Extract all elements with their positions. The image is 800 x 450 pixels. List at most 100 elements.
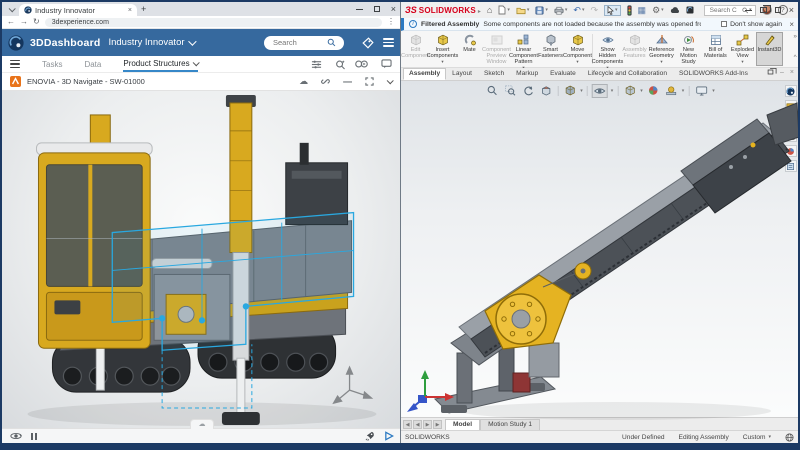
- sw-maximize-button[interactable]: [775, 7, 781, 13]
- dashboard-search-input[interactable]: [271, 37, 327, 48]
- tab-markup[interactable]: Markup: [510, 68, 544, 80]
- tab-search-chevron-icon[interactable]: [5, 4, 17, 15]
- web-help-globe-icon[interactable]: [785, 433, 794, 442]
- forward-icon[interactable]: →: [20, 18, 28, 26]
- solidworks-logo: ЗS SOLIDWORKS ▸: [405, 5, 481, 15]
- view-options-icon[interactable]: [311, 56, 322, 72]
- select-tool-icon[interactable]: ▾: [604, 5, 621, 16]
- dont-show-again-checkbox[interactable]: [721, 21, 727, 27]
- sw-layout-button[interactable]: [760, 7, 767, 13]
- widget-minimize-icon[interactable]: –: [343, 74, 352, 90]
- ribbon-exploded-view[interactable]: Exploded View▾: [729, 32, 756, 66]
- linear-pattern-icon: [517, 34, 530, 46]
- ribbon-bill-of-materials[interactable]: Bill of Materials: [702, 32, 729, 66]
- ribbon-overflow-icon[interactable]: »: [793, 33, 797, 40]
- home-icon[interactable]: ⌂: [487, 6, 492, 15]
- dashboard-menu-icon[interactable]: [383, 38, 394, 47]
- share-link-icon[interactable]: [321, 77, 330, 86]
- drill-mast-assembly-model: [401, 81, 798, 427]
- tab-solidworks-addins[interactable]: SOLIDWORKS Add-Ins: [673, 68, 754, 80]
- dashboard-space-selector[interactable]: Industry Innovator: [108, 37, 193, 48]
- solidworks-graphics-area[interactable]: ▾ ▾ ▾ ▾ ▾: [401, 81, 798, 417]
- ribbon-linear-component-pattern[interactable]: Linear Component Pattern▾: [510, 32, 537, 66]
- infobar-message: Some components are not loaded because t…: [483, 21, 701, 28]
- open-icon[interactable]: ▾: [516, 6, 530, 15]
- dashboard-brand: 3DDashboard: [30, 37, 100, 49]
- undo-icon[interactable]: ↶▾: [573, 6, 584, 15]
- cloud-status-icon[interactable]: ☁: [299, 77, 308, 86]
- smart-fasteners-icon: [545, 34, 557, 46]
- ribbon-insert-components[interactable]: Insert Components▾: [429, 32, 456, 66]
- tab-tasks[interactable]: Tasks: [42, 56, 62, 72]
- enovia-3d-viewport[interactable]: [2, 91, 400, 428]
- ribbon-move-component[interactable]: Move Component▾: [564, 32, 591, 66]
- 3dplay-icon[interactable]: [384, 431, 394, 441]
- window-minimize-button[interactable]: [356, 9, 363, 10]
- options-icon[interactable]: ⚙▾: [652, 6, 664, 15]
- browser-tab[interactable]: Industry Innovator ×: [19, 4, 137, 16]
- ribbon-assembly-features[interactable]: Assembly Features: [621, 32, 648, 66]
- orbit-mode-icon[interactable]: [10, 431, 22, 441]
- ribbon-new-motion-study[interactable]: New Motion Study: [675, 32, 702, 66]
- dashboard-search[interactable]: [264, 36, 344, 50]
- ribbon-collapse-icon[interactable]: ^: [794, 54, 797, 61]
- ribbon-mate[interactable]: Mate: [456, 32, 483, 66]
- browser-tab-strip: Industry Innovator × + ×: [2, 2, 400, 16]
- window-close-button[interactable]: ×: [391, 5, 396, 14]
- ribbon-component-preview-window[interactable]: Component Preview Window: [483, 32, 510, 66]
- comments-icon[interactable]: [381, 56, 392, 72]
- sw-close-button[interactable]: ×: [789, 6, 794, 15]
- tab-layout[interactable]: Layout: [446, 68, 478, 80]
- address-bar[interactable]: 3dexperience.com: [45, 18, 382, 27]
- widget-expand-icon[interactable]: [365, 77, 374, 86]
- tab-data[interactable]: Data: [84, 56, 101, 72]
- ribbon-reference-geometry[interactable]: Reference Geometry▾: [648, 32, 675, 66]
- ribbon-edit-component[interactable]: Edit Component: [402, 32, 429, 66]
- media-player-icon[interactable]: [355, 56, 368, 72]
- window-maximize-button[interactable]: [374, 6, 380, 12]
- status-app-label: SOLIDWORKS: [405, 434, 450, 441]
- ai-search-icon[interactable]: [335, 56, 346, 72]
- ribbon-show-hidden-components[interactable]: Show Hidden Components▾: [594, 32, 621, 66]
- dashboard-nav-tabs: Tasks Data Product Structures: [2, 56, 400, 73]
- collapse-handle[interactable]: ☁: [190, 419, 214, 429]
- solidworks-search-input[interactable]: [708, 6, 742, 15]
- 3dtag-icon[interactable]: [362, 37, 374, 49]
- rocket-icon[interactable]: [365, 431, 375, 441]
- doc-close-icon[interactable]: ×: [790, 69, 794, 76]
- units-selector[interactable]: Custom▾: [743, 434, 771, 441]
- ribbon-smart-fasteners[interactable]: Smart Fasteners: [537, 32, 564, 66]
- evaluate-table-icon[interactable]: ▦: [638, 6, 647, 15]
- tab-assembly[interactable]: Assembly: [403, 68, 446, 80]
- new-tab-button[interactable]: +: [141, 4, 146, 14]
- redo-icon[interactable]: ↷: [590, 6, 598, 15]
- save-icon[interactable]: ▾: [535, 6, 548, 15]
- ribbon-instant3d[interactable]: Instant3D: [756, 32, 783, 66]
- solidworks-window: ЗS SOLIDWORKS ▸ ⌂ ▾ ▾ ▾ ▾ ↶▾ ↷ ▾ ▦ ⚙▾: [400, 2, 798, 443]
- tab-product-structures[interactable]: Product Structures: [123, 56, 197, 72]
- search-icon: [327, 38, 336, 47]
- pause-icon[interactable]: [31, 433, 37, 440]
- doc-restore-icon[interactable]: [768, 70, 774, 75]
- performance-pipeline-icon[interactable]: [627, 5, 632, 16]
- cloud-services-icon[interactable]: [670, 7, 680, 14]
- new-document-icon[interactable]: ▾: [498, 5, 510, 15]
- dashboard-sidebar-icon[interactable]: [10, 60, 20, 69]
- widget-more-icon[interactable]: [387, 79, 392, 84]
- dont-show-again[interactable]: Don't show again: [721, 21, 782, 28]
- doc-minimize-icon[interactable]: –: [780, 69, 784, 76]
- sw-minimize-button[interactable]: [745, 10, 752, 11]
- widget-title: ENOVIA - 3D Navigate - SW-01000: [27, 77, 145, 86]
- reload-icon[interactable]: ↻: [33, 18, 40, 26]
- browser-menu-icon[interactable]: ⋮: [387, 18, 395, 26]
- command-manager-ribbon: Edit Component Insert Components▾ Mate C…: [401, 31, 798, 68]
- print-icon[interactable]: ▾: [554, 6, 568, 15]
- tab-lifecycle-collaboration[interactable]: Lifecycle and Collaboration: [582, 68, 673, 80]
- enovia-player-bar: ☁: [2, 428, 400, 443]
- tab-evaluate[interactable]: Evaluate: [544, 68, 582, 80]
- infobar-close-icon[interactable]: ×: [789, 20, 794, 29]
- tab-close-icon[interactable]: ×: [128, 7, 132, 14]
- url-text: 3dexperience.com: [52, 19, 109, 26]
- back-icon[interactable]: ←: [7, 18, 15, 26]
- tab-sketch[interactable]: Sketch: [478, 68, 510, 80]
